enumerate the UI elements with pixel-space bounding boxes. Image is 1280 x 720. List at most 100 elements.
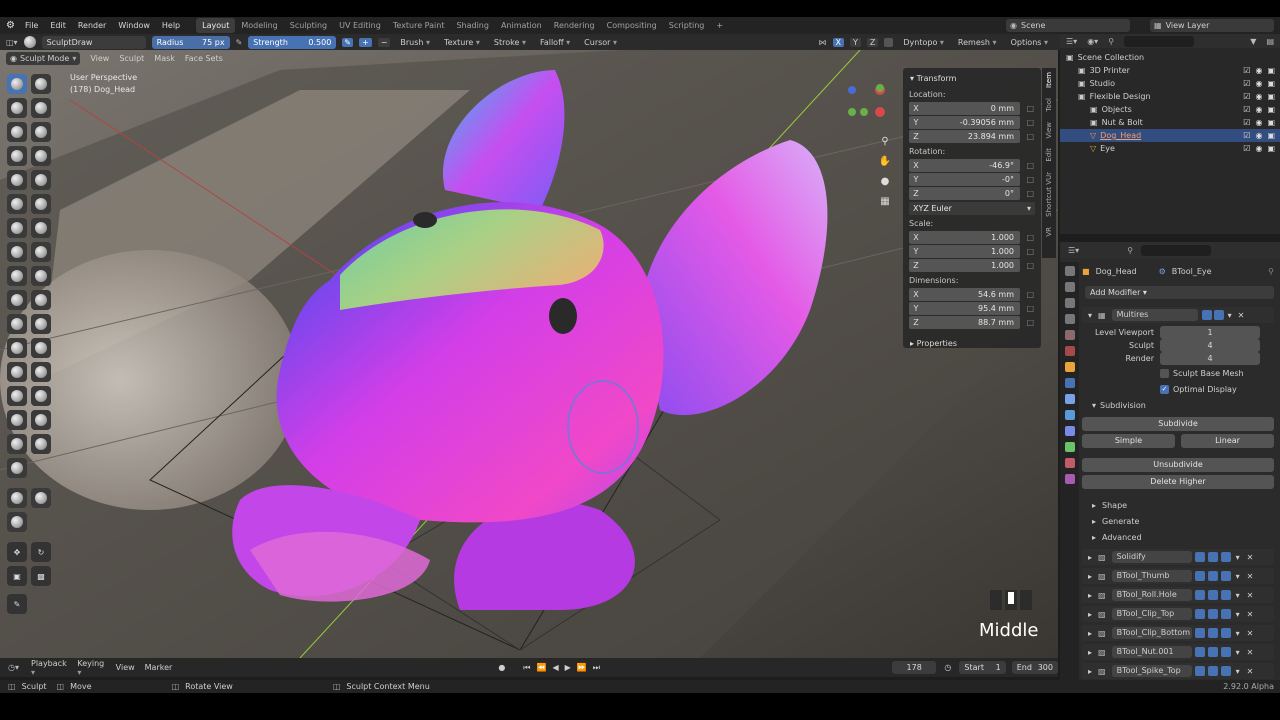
close-icon[interactable]: ✕ (1247, 648, 1254, 657)
outliner-item[interactable]: ▣ 3D Printer ☑ ◉ ▣ (1060, 64, 1280, 77)
smooth-tool[interactable] (31, 170, 51, 190)
delete-higher-button[interactable]: Delete Higher (1082, 475, 1274, 489)
chevron-right-icon[interactable]: ▸ (1088, 572, 1092, 581)
visibility-eye-icon[interactable]: ◉ (1255, 90, 1262, 103)
camera-toggle-icon[interactable] (1213, 310, 1224, 320)
sidebar-tab-tool[interactable]: Tool (1045, 98, 1053, 112)
modifier-name[interactable]: BTool_Nut.001 (1111, 646, 1192, 658)
sculpt-base-mesh-checkbox[interactable] (1160, 368, 1169, 378)
rotate-tool[interactable] (31, 314, 51, 334)
jump-key-forward-icon[interactable]: ⏩ (577, 663, 587, 672)
properties-search-input[interactable] (1141, 244, 1212, 256)
subdivide-button[interactable]: Subdivide (1082, 417, 1274, 431)
chevron-down-icon[interactable]: ▾ (1236, 572, 1240, 581)
object-tab-icon[interactable] (1064, 362, 1075, 372)
outliner-search-input[interactable] (1124, 35, 1195, 47)
camera-icon[interactable]: ● (878, 172, 892, 192)
modifier-row[interactable]: ▸ ▨ BTool_Thumb ▾ ✕ (1082, 568, 1274, 584)
tab-rendering[interactable]: Rendering (548, 18, 601, 33)
location-z-field[interactable]: Z 23.894 mm □ (909, 130, 1034, 143)
visibility-eye-icon[interactable]: ◉ (1255, 116, 1262, 129)
viewport-toggle-icon[interactable] (1207, 628, 1218, 638)
nudge-tool[interactable] (7, 314, 27, 334)
color-filter-tool[interactable] (7, 512, 27, 532)
dyntopo-dropdown[interactable]: Dyntopo (899, 38, 948, 47)
play-reverse-icon[interactable]: ◀ (552, 663, 558, 672)
close-icon[interactable]: ✕ (1247, 591, 1254, 600)
grid-icon[interactable]: ▦ (878, 192, 892, 212)
mask-tool[interactable] (7, 386, 27, 406)
render-camera-icon[interactable]: ▣ (1267, 64, 1275, 77)
display-mode-icon[interactable]: ◉▾ (1087, 37, 1098, 46)
optimal-display-checkbox[interactable]: ✓ (1160, 384, 1169, 394)
location-y-field[interactable]: Y -0.39056 mm □ (909, 116, 1034, 129)
brush-dropdown[interactable]: Brush (396, 38, 434, 47)
include-checkbox[interactable]: ☑ (1243, 116, 1250, 129)
properties-header[interactable]: ▸ Properties (906, 337, 1038, 351)
editmode-toggle-icon[interactable] (1194, 571, 1205, 581)
viewport-toggle-icon[interactable] (1207, 552, 1218, 562)
start-frame-field[interactable]: Start 1 (959, 661, 1006, 674)
scale-tool[interactable]: ▣ (7, 566, 27, 586)
playback-menu[interactable]: Playback (27, 659, 73, 677)
chevron-down-icon[interactable]: ▾ (1228, 311, 1232, 320)
tab-texture-paint[interactable]: Texture Paint (387, 18, 451, 33)
new-collection-icon[interactable]: ▤ (1266, 37, 1274, 46)
box-hide-tool[interactable] (31, 410, 51, 430)
fill-tool[interactable] (31, 194, 51, 214)
snake-hook-tool[interactable] (31, 266, 51, 286)
render-camera-icon[interactable]: ▣ (1267, 142, 1275, 155)
chevron-right-icon[interactable]: ▸ (1088, 648, 1092, 657)
outliner-editor-icon[interactable]: ☰▾ (1066, 37, 1077, 46)
close-icon[interactable]: ✕ (1247, 610, 1254, 619)
modifier-row[interactable]: ▸ ▨ BTool_Nut.001 ▾ ✕ (1082, 644, 1274, 660)
properties-editor-icon[interactable]: ☰▾ (1068, 246, 1079, 255)
lock-icon[interactable]: □ (1026, 175, 1034, 184)
scrape-tool[interactable] (7, 218, 27, 238)
modifier-row[interactable]: ▸ ▨ Solidify ▾ ✕ (1082, 549, 1274, 565)
tab-layout[interactable]: Layout (196, 18, 236, 33)
brush-name-field[interactable]: SculptDraw (41, 35, 146, 49)
flatten-tool[interactable] (7, 194, 27, 214)
sculpt-level-field[interactable]: 4 (1160, 339, 1260, 352)
tab-sculpting[interactable]: Sculpting (284, 18, 333, 33)
slide-relax-tool[interactable] (7, 338, 27, 358)
outliner-item[interactable]: ▽ Eye ☑ ◉ ▣ (1060, 142, 1280, 155)
outliner-item[interactable]: ▣ Flexible Design ☑ ◉ ▣ (1060, 90, 1280, 103)
material-tab-icon[interactable] (1064, 458, 1075, 468)
lock-icon[interactable]: □ (1026, 261, 1034, 270)
simple-button[interactable]: Simple (1082, 434, 1175, 448)
add-workspace-icon[interactable]: + (710, 21, 729, 30)
clay-strips-tool[interactable] (31, 98, 51, 118)
sidebar-tab-view[interactable]: View (1045, 122, 1053, 139)
modifier-tab-icon[interactable] (1064, 378, 1075, 388)
pan-hand-icon[interactable]: ✋ (878, 152, 892, 172)
lock-icon[interactable]: □ (1026, 104, 1034, 113)
modifier-row[interactable]: ▸ ▨ BTool_Spike_Top ▾ ✕ (1082, 663, 1274, 679)
editmode-toggle-icon[interactable] (1194, 552, 1205, 562)
data-tab-icon[interactable] (1064, 442, 1075, 452)
elastic-deform-tool[interactable] (7, 266, 27, 286)
lock-icon[interactable]: □ (1026, 118, 1034, 127)
simplify-tool[interactable] (31, 362, 51, 382)
transform-tool[interactable]: ▩ (31, 566, 51, 586)
visibility-eye-icon[interactable]: ◉ (1255, 129, 1262, 142)
move-tool[interactable]: ✥ (7, 542, 27, 562)
pressure-strength-icon[interactable]: ✎ (342, 37, 353, 47)
tab-scripting[interactable]: Scripting (663, 18, 711, 33)
filter-icon[interactable]: ▼ (1250, 37, 1256, 46)
clock-icon[interactable]: ◷ (944, 663, 951, 672)
symmetry-z-toggle[interactable]: Z (866, 37, 879, 47)
zoom-icon[interactable]: ⚲ (878, 132, 892, 152)
keying-menu[interactable]: Keying (73, 659, 111, 677)
chevron-right-icon[interactable]: ▸ (1088, 553, 1092, 562)
editmode-toggle-icon[interactable] (1194, 647, 1205, 657)
include-checkbox[interactable]: ☑ (1243, 142, 1250, 155)
blob-tool[interactable] (31, 146, 51, 166)
viewport-toggle-icon[interactable] (1207, 571, 1218, 581)
location-x-field[interactable]: X 0 mm □ (909, 102, 1034, 115)
chevron-right-icon[interactable]: ▸ (1088, 610, 1092, 619)
texture-dropdown[interactable]: Texture (440, 38, 484, 47)
dimensions-z-field[interactable]: Z 88.7 mm □ (909, 316, 1034, 329)
menu-view[interactable]: View (90, 54, 109, 63)
